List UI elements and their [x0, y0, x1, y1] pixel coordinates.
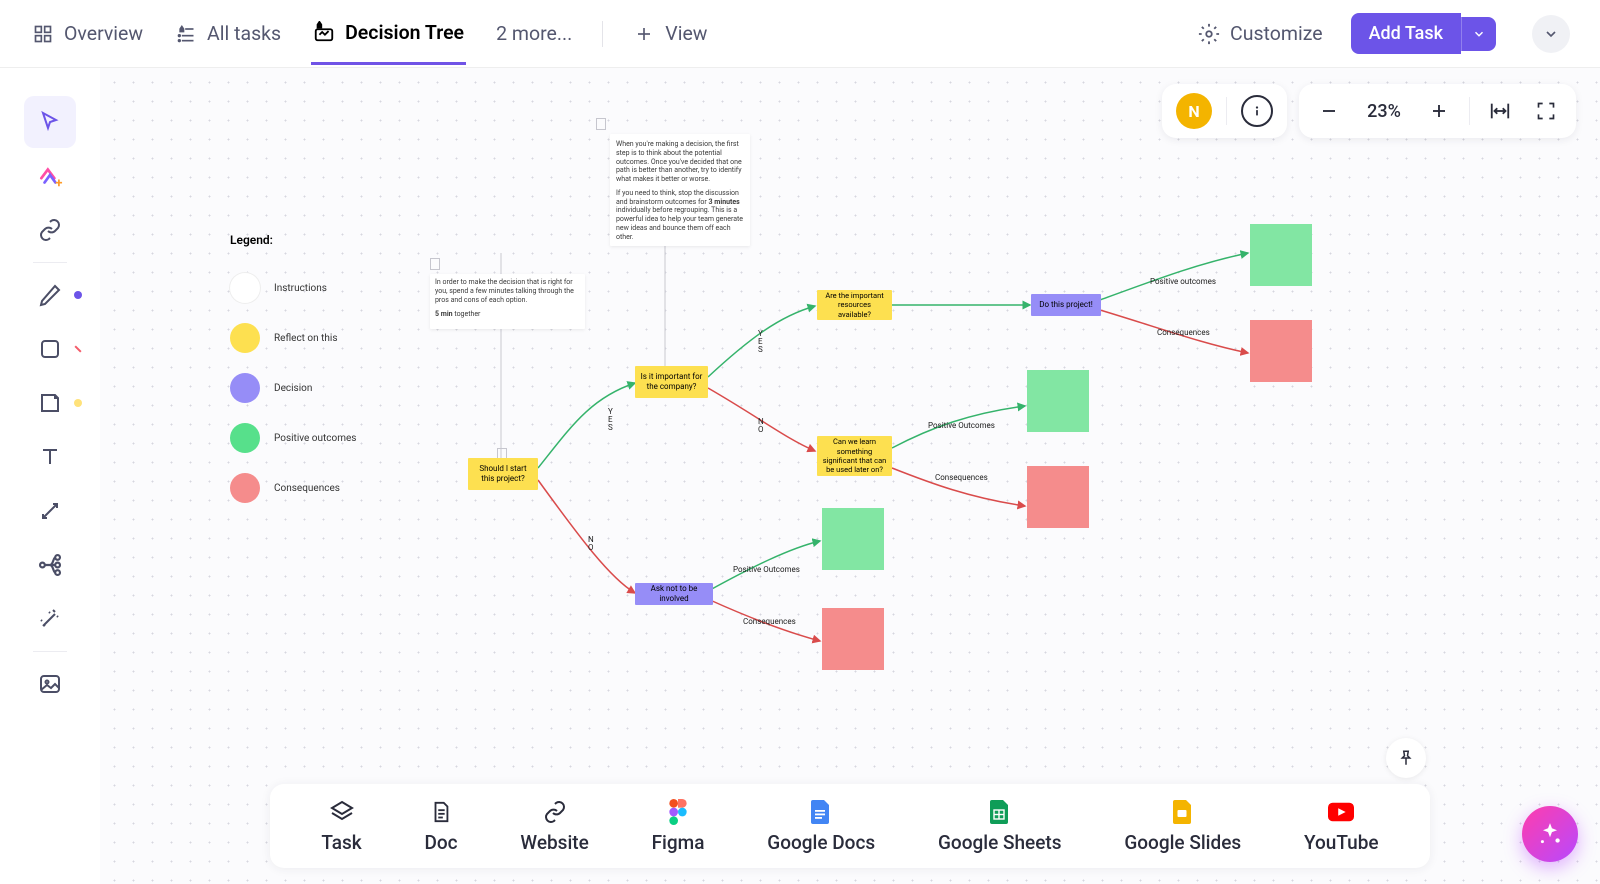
add-view[interactable]: View	[631, 4, 709, 63]
image-placeholder-icon	[596, 118, 606, 130]
insert-website[interactable]: Website	[520, 799, 588, 854]
nav-separator	[602, 21, 603, 47]
side-toolbar: +	[18, 90, 82, 716]
plus-icon	[633, 23, 655, 45]
top-nav: Overview All tasks Decision Tree 2 more.…	[0, 0, 1600, 68]
doc-icon	[428, 799, 454, 825]
pin-list-icon	[175, 23, 197, 45]
add-task-dropdown[interactable]	[1461, 17, 1496, 51]
customize-label: Customize	[1230, 22, 1323, 45]
tab-all-tasks[interactable]: All tasks	[173, 4, 283, 63]
node-learn[interactable]: Can we learn something significant that …	[817, 436, 892, 476]
node-start[interactable]: Should I start this project?	[468, 458, 538, 490]
google-sheets-icon	[987, 799, 1013, 825]
tool-text[interactable]	[24, 431, 76, 483]
more-menu-button[interactable]	[1532, 15, 1570, 53]
edge-label-no: N O	[758, 418, 764, 434]
tab-label: Decision Tree	[345, 21, 464, 44]
tool-sticky[interactable]	[24, 377, 76, 429]
zoom-value[interactable]: 23%	[1359, 101, 1409, 122]
edge-label-cons: Consequences	[935, 473, 988, 482]
tool-link[interactable]	[24, 204, 76, 256]
tab-label: 2 more...	[496, 22, 572, 45]
edge-label-yes: Y E S	[758, 330, 763, 354]
insert-figma[interactable]: Figma	[652, 799, 705, 854]
tab-label: Overview	[64, 22, 143, 45]
legend-title: Legend:	[230, 233, 356, 247]
insert-task[interactable]: Task	[321, 799, 361, 854]
tool-pen[interactable]	[24, 269, 76, 321]
node-important[interactable]: Is it important for the company?	[635, 366, 708, 398]
google-slides-icon	[1170, 799, 1196, 825]
legend-item: Decision	[230, 373, 356, 403]
outcome-positive[interactable]	[1250, 224, 1312, 286]
fit-width-button[interactable]	[1484, 95, 1516, 127]
tab-label: View	[665, 22, 707, 45]
add-task-split-button: Add Task	[1351, 13, 1496, 54]
tab-label: All tasks	[207, 22, 281, 45]
svg-text:+: +	[55, 176, 62, 189]
zoom-in-button[interactable]	[1423, 95, 1455, 127]
gear-icon	[1198, 23, 1220, 45]
avatar[interactable]: N	[1176, 93, 1212, 129]
tool-shape[interactable]	[24, 323, 76, 375]
figma-icon	[665, 799, 691, 825]
image-placeholder-icon	[430, 258, 440, 270]
google-docs-icon	[808, 799, 834, 825]
insert-card-bar: Task Doc Website Figma Google Docs Googl…	[270, 784, 1430, 868]
insert-google-docs[interactable]: Google Docs	[767, 799, 875, 854]
layers-icon	[329, 799, 355, 825]
node-ask-not[interactable]: Ask not to be involved	[635, 583, 713, 605]
tab-more[interactable]: 2 more...	[494, 4, 574, 63]
node-resources[interactable]: Are the important resources available?	[817, 290, 892, 320]
legend-item: Instructions	[230, 273, 356, 303]
whiteboard-canvas[interactable]: Legend: Instructions Reflect on this Dec…	[100, 68, 1600, 884]
edge-label-pos: Positive Outcomes	[928, 421, 995, 430]
tool-magic[interactable]	[24, 593, 76, 645]
info-button[interactable]	[1241, 95, 1273, 127]
outcome-positive[interactable]	[1027, 370, 1089, 432]
insert-google-slides[interactable]: Google Slides	[1124, 799, 1241, 854]
pin-whiteboard-icon	[313, 21, 335, 43]
insert-google-sheets[interactable]: Google Sheets	[938, 799, 1062, 854]
youtube-icon	[1328, 799, 1354, 825]
grid-icon	[32, 23, 54, 45]
pin-button[interactable]	[1386, 738, 1426, 778]
legend-item: Reflect on this	[230, 323, 356, 353]
fullscreen-button[interactable]	[1530, 95, 1562, 127]
node-do-project[interactable]: Do this project!	[1031, 294, 1101, 316]
edge-label-cons: Consequences	[743, 617, 796, 626]
edge-label-yes: Y E S	[608, 408, 613, 432]
link-icon	[542, 799, 568, 825]
tab-overview[interactable]: Overview	[30, 4, 145, 63]
tool-mindmap[interactable]	[24, 539, 76, 591]
tool-ai[interactable]: +	[24, 150, 76, 202]
legend: Legend: Instructions Reflect on this Dec…	[230, 233, 356, 503]
outcome-consequence[interactable]	[822, 608, 884, 670]
insert-doc[interactable]: Doc	[424, 799, 457, 854]
edge-label-no: N O	[588, 536, 594, 552]
tool-connector[interactable]	[24, 485, 76, 537]
presence-pill: N	[1162, 84, 1287, 138]
edge-label-pos: Positive Outcomes	[733, 565, 800, 574]
outcome-consequence[interactable]	[1250, 320, 1312, 382]
zoom-pill: 23%	[1299, 84, 1576, 138]
edge-label-pos: Positive outcomes	[1150, 277, 1216, 286]
canvas-controls: N 23%	[1162, 84, 1576, 138]
edge-label-cons: Consequences	[1157, 328, 1210, 337]
legend-item: Positive outcomes	[230, 423, 356, 453]
add-task-button[interactable]: Add Task	[1351, 13, 1461, 54]
instruction-card-left[interactable]: In order to make the decision that is ri…	[430, 274, 585, 329]
customize-button[interactable]: Customize	[1198, 22, 1323, 45]
ai-fab-button[interactable]	[1522, 806, 1578, 862]
tool-cursor[interactable]	[24, 96, 76, 148]
tab-decision-tree[interactable]: Decision Tree	[311, 3, 466, 65]
insert-youtube[interactable]: YouTube	[1304, 799, 1379, 854]
outcome-consequence[interactable]	[1027, 466, 1089, 528]
tool-image[interactable]	[24, 658, 76, 710]
instruction-card-top[interactable]: When you're making a decision, the first…	[610, 134, 750, 246]
zoom-out-button[interactable]	[1313, 95, 1345, 127]
legend-item: Consequences	[230, 473, 356, 503]
outcome-positive[interactable]	[822, 508, 884, 570]
